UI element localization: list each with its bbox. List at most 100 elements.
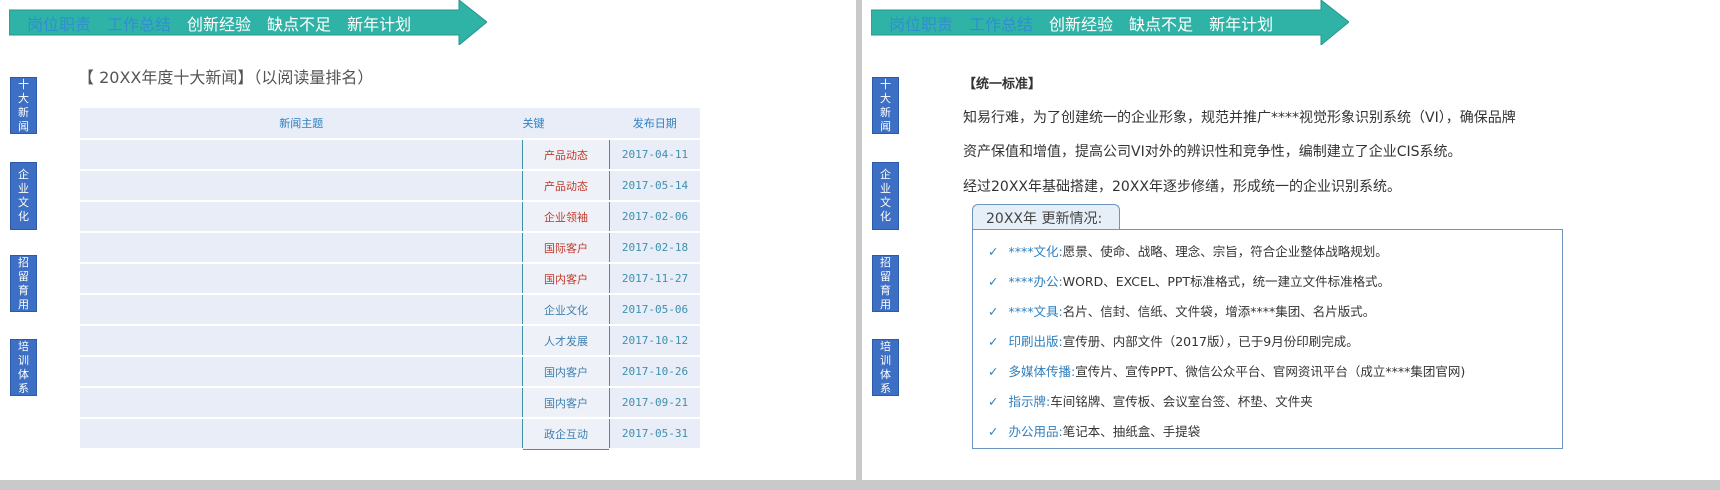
nav-banner: 岗位职责 工作总结 创新经验 缺点不足 新年计划 (871, 0, 1349, 45)
slide-left: 岗位职责 工作总结 创新经验 缺点不足 新年计划 十 大 新 闻 企 业 文 化… (0, 0, 856, 480)
side-tab-char: 文 (880, 196, 891, 209)
cell-subject (80, 356, 523, 388)
list-item: ✓ ****文具:名片、信封、信纸、文件袋，增添****集团、名片版式。 (988, 301, 1375, 320)
item-text: 宣传册、内部文件（2017版），已于9月份印刷完成。 (1062, 334, 1359, 349)
side-tab-char: 十 (880, 77, 891, 91)
side-tab-culture[interactable]: 企 业 文 化 (872, 162, 899, 230)
side-tab-char: 招 (18, 255, 29, 269)
item-label: ****文化: (1008, 244, 1063, 259)
banner-tab-2[interactable]: 创新经验 (187, 11, 251, 35)
nav-banner: 岗位职责 工作总结 创新经验 缺点不足 新年计划 (9, 0, 487, 45)
side-tab-char: 系 (18, 381, 29, 395)
cell-subject (80, 418, 523, 450)
cell-key: 企业领袖 (522, 201, 610, 233)
item-text: 名片、信封、信纸、文件袋，增添****集团、名片版式。 (1062, 304, 1376, 319)
side-tab-char: 系 (880, 381, 891, 395)
cell-key: 人才发展 (522, 325, 610, 357)
item-label: ****文具: (1008, 304, 1063, 319)
table-row: 国内客户 2017-11-27 (80, 263, 700, 295)
cell-subject (80, 139, 523, 171)
list-item: ✓ ****办公:WORD、EXCEL、PPT标准格式，统一建立文件标准格式。 (988, 271, 1390, 290)
item-label: 印刷出版: (1008, 334, 1063, 349)
side-tab-char: 化 (880, 210, 891, 223)
cell-key: 产品动态 (522, 170, 610, 202)
banner-tab-1[interactable]: 工作总结 (107, 11, 171, 35)
side-tab-char: 留 (18, 269, 29, 283)
news-title: 【 20XX年度十大新闻】（以阅读量排名） (78, 68, 374, 87)
cell-key: 国际客户 (522, 232, 610, 264)
banner-tab-0[interactable]: 岗位职责 (27, 11, 91, 35)
side-tab-char: 训 (18, 353, 29, 367)
cell-subject (80, 263, 523, 295)
item-text: 宣传片、宣传PPT、微信公众平台、官网资讯平台（成立****集团官网) (1075, 364, 1466, 379)
side-tab-char: 十 (18, 77, 29, 91)
cell-key: 国内客户 (522, 263, 610, 295)
cell-date: 2017-02-06 (609, 201, 700, 233)
item-text: WORD、EXCEL、PPT标准格式，统一建立文件标准格式。 (1062, 274, 1391, 289)
table-row: 产品动态 2017-05-14 (80, 170, 700, 202)
side-tab-recruit[interactable]: 招 留 育 用 (10, 255, 37, 312)
side-tab-char: 用 (880, 297, 891, 311)
banner-tab-0[interactable]: 岗位职责 (889, 11, 953, 35)
cell-subject (80, 170, 523, 202)
side-tab-char: 用 (18, 297, 29, 311)
banner-tab-4[interactable]: 新年计划 (347, 11, 411, 35)
cell-subject (80, 201, 523, 233)
table-row: 人才发展 2017-10-12 (80, 325, 700, 357)
banner-tab-1[interactable]: 工作总结 (969, 11, 1033, 35)
cell-key: 国内客户 (522, 387, 610, 419)
side-tab-char: 企 (18, 168, 29, 181)
side-tab-char: 新 (880, 105, 891, 119)
table-row: 国内客户 2017-09-21 (80, 387, 700, 419)
side-tab-char: 体 (880, 367, 891, 381)
cell-subject (80, 325, 523, 357)
item-label: 办公用品: (1008, 424, 1063, 439)
side-tab-news[interactable]: 十 大 新 闻 (10, 77, 37, 134)
side-tab-char: 闻 (880, 119, 891, 133)
cell-date: 2017-02-18 (609, 232, 700, 264)
side-tab-culture[interactable]: 企 业 文 化 (10, 162, 37, 230)
table-row: 国内客户 2017-10-26 (80, 356, 700, 388)
check-icon: ✓ (988, 364, 999, 379)
banner-tab-3[interactable]: 缺点不足 (267, 11, 331, 35)
item-label: ****办公: (1008, 274, 1063, 289)
item-label: 指示牌: (1008, 394, 1051, 409)
cell-date: 2017-04-11 (609, 139, 700, 171)
section-heading: 【统一标准】 (963, 77, 1042, 92)
item-label: 多媒体传播: (1008, 364, 1076, 379)
cell-subject (80, 232, 523, 264)
check-icon: ✓ (988, 304, 999, 319)
side-tab-recruit[interactable]: 招 留 育 用 (872, 255, 899, 312)
list-item: ✓ 办公用品:笔记本、抽纸盒、手提袋 (988, 421, 1200, 440)
cell-date: 2017-09-21 (609, 387, 700, 419)
side-tab-news[interactable]: 十 大 新 闻 (872, 77, 899, 134)
side-tab-char: 体 (18, 367, 29, 381)
check-icon: ✓ (988, 394, 999, 409)
cell-date: 2017-10-12 (609, 325, 700, 357)
update-status-tab: 20XX年 更新情况: (972, 204, 1120, 232)
side-tab-training[interactable]: 培 训 体 系 (872, 339, 899, 396)
side-tab-char: 大 (880, 91, 891, 105)
side-tab-char: 文 (18, 196, 29, 209)
list-item: ✓ 多媒体传播:宣传片、宣传PPT、微信公众平台、官网资讯平台（成立****集团官… (988, 361, 1465, 380)
news-table: 新闻主题 关键 发布日期 产品动态 2017-04-11 产品动态 2017-0… (80, 108, 700, 450)
header-date: 发布日期 (609, 108, 700, 140)
cell-key: 产品动态 (522, 139, 610, 171)
side-tab-char: 招 (880, 255, 891, 269)
slide-right: 岗位职责 工作总结 创新经验 缺点不足 新年计划 十 大 新 闻 企 业 文 化… (862, 0, 1720, 480)
side-tab-char: 留 (880, 269, 891, 283)
table-row: 企业文化 2017-05-06 (80, 294, 700, 326)
side-tab-training[interactable]: 培 训 体 系 (10, 339, 37, 396)
banner-tab-3[interactable]: 缺点不足 (1129, 11, 1193, 35)
item-text: 愿景、使命、战略、理念、宗旨，符合企业整体战略规划。 (1062, 244, 1388, 259)
table-row: 政企互动 2017-05-31 (80, 418, 700, 450)
side-tab-char: 培 (18, 339, 29, 353)
banner-tab-4[interactable]: 新年计划 (1209, 11, 1273, 35)
cell-date: 2017-05-14 (609, 170, 700, 202)
side-tab-char: 培 (880, 339, 891, 353)
list-item: ✓ 印刷出版:宣传册、内部文件（2017版），已于9月份印刷完成。 (988, 331, 1359, 350)
list-item: ✓ 指示牌:车间铭牌、宣传板、会议室台签、杯垫、文件夹 (988, 391, 1313, 410)
banner-tab-2[interactable]: 创新经验 (1049, 11, 1113, 35)
side-tab-char: 企 (880, 168, 891, 181)
table-row: 国际客户 2017-02-18 (80, 232, 700, 264)
